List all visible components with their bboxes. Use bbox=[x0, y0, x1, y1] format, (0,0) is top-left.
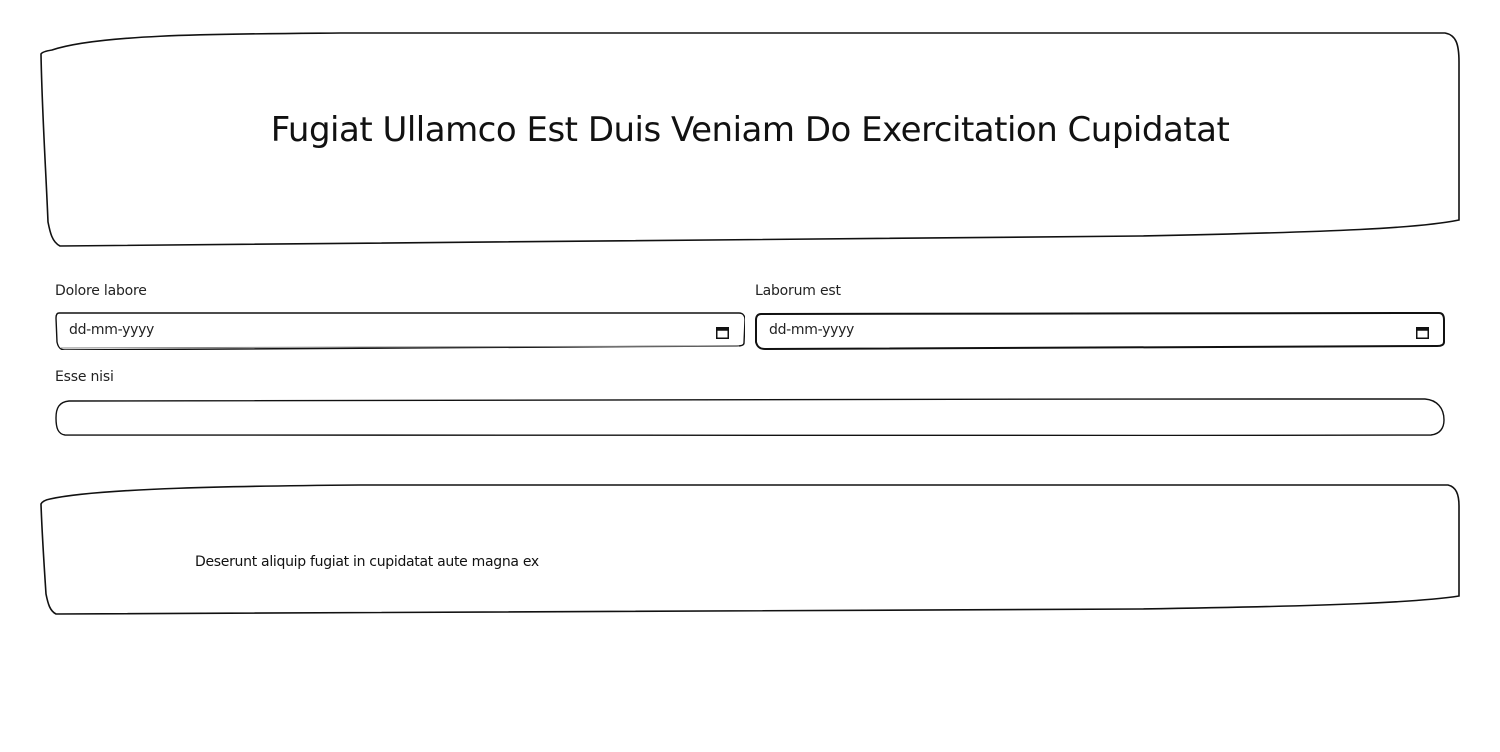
dolore-labore-placeholder: dd-mm-yyyy bbox=[69, 322, 155, 338]
calendar-icon[interactable] bbox=[1416, 324, 1429, 339]
info-panel bbox=[40, 484, 1460, 616]
dolore-labore-label: Dolore labore bbox=[55, 283, 147, 299]
calendar-icon[interactable] bbox=[716, 324, 729, 339]
esse-nisi-label: Esse nisi bbox=[55, 369, 114, 385]
dolore-labore-date-input[interactable]: dd-mm-yyyy bbox=[55, 312, 745, 350]
esse-nisi-text-input[interactable] bbox=[55, 398, 1445, 436]
page-title: Fugiat Ullamco Est Duis Veniam Do Exerci… bbox=[270, 110, 1230, 150]
laborum-est-label: Laborum est bbox=[755, 283, 841, 299]
info-text: Deserunt aliquip fugiat in cupidatat aut… bbox=[195, 554, 539, 570]
laborum-est-date-input[interactable]: dd-mm-yyyy bbox=[755, 312, 1445, 350]
laborum-est-placeholder: dd-mm-yyyy bbox=[769, 322, 855, 338]
